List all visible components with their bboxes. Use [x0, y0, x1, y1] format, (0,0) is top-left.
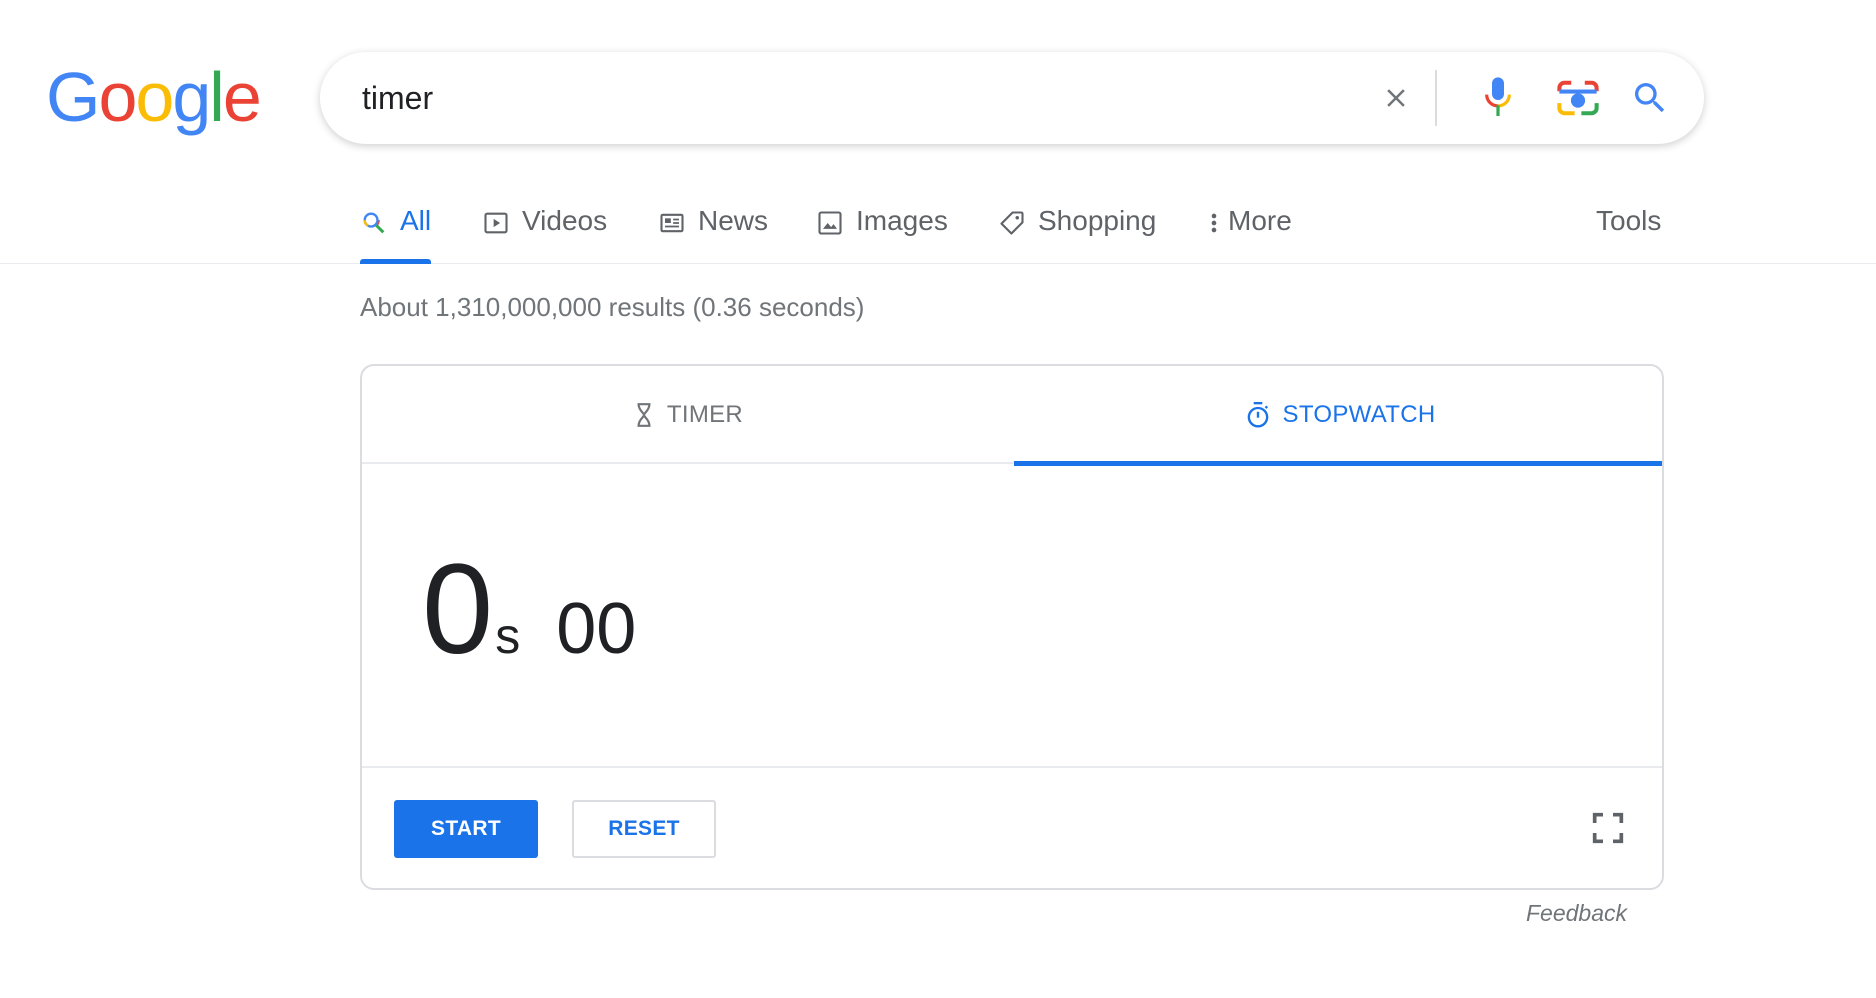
tab-shopping[interactable]: Shopping: [998, 190, 1156, 264]
tab-images[interactable]: Images: [816, 190, 948, 264]
logo-letter: G: [46, 58, 100, 136]
start-button[interactable]: START: [394, 800, 538, 858]
newspaper-icon: [658, 209, 686, 237]
more-vert-icon: [1206, 209, 1222, 237]
play-icon: [482, 209, 510, 237]
reset-button[interactable]: RESET: [572, 800, 716, 858]
tab-label: STOPWATCH: [1282, 401, 1436, 428]
tab-label: All: [400, 205, 432, 236]
logo-letter: g: [172, 58, 211, 136]
logo-letter: l: [209, 58, 225, 136]
search-icon: [360, 209, 388, 237]
widget-controls: START RESET: [362, 766, 1662, 888]
tab-news[interactable]: News: [658, 190, 768, 264]
camera-icon[interactable]: [1548, 52, 1608, 144]
tab-all[interactable]: All: [360, 190, 432, 264]
hundredths-value: 00: [556, 589, 637, 669]
logo-letter: o: [135, 58, 174, 136]
tab-label: Images: [856, 205, 948, 236]
widget-tabs: TIMER STOPWATCH: [362, 366, 1662, 466]
stopwatch-icon: [1245, 401, 1271, 429]
tab-label: More: [1228, 205, 1292, 236]
tab-more[interactable]: More: [1206, 190, 1292, 264]
search-input[interactable]: [362, 52, 1262, 144]
microphone-icon[interactable]: [1470, 52, 1526, 144]
results-count: About 1,310,000,000 results (0.36 second…: [360, 292, 865, 322]
logo-letter: o: [98, 58, 137, 136]
tab-label: TIMER: [666, 401, 744, 428]
search-tabs: All Videos News Images Shopping More Too…: [0, 190, 1876, 264]
hourglass-icon: [633, 402, 655, 428]
close-icon[interactable]: [1368, 52, 1424, 144]
tag-icon: [998, 209, 1026, 237]
search-bar: [320, 52, 1704, 144]
tab-videos[interactable]: Videos: [482, 190, 607, 264]
image-icon: [816, 209, 844, 237]
tab-label: Shopping: [1038, 205, 1157, 236]
tab-label: News: [698, 205, 769, 236]
tab-timer[interactable]: TIMER: [362, 366, 1014, 464]
logo-letter: e: [222, 58, 262, 136]
tab-stopwatch[interactable]: STOPWATCH: [1014, 366, 1662, 466]
google-logo[interactable]: Google: [46, 58, 262, 136]
tools-button[interactable]: Tools: [1596, 190, 1661, 264]
search-divider: [1435, 70, 1437, 126]
tab-label: Videos: [522, 205, 608, 236]
search-icon[interactable]: [1620, 52, 1680, 144]
seconds-value: 0: [422, 538, 494, 681]
fullscreen-icon[interactable]: [1588, 808, 1628, 848]
stopwatch-display: 0 s 00: [422, 546, 636, 676]
seconds-unit: s: [495, 608, 521, 664]
stopwatch-card: TIMER STOPWATCH 0 s 00 START RESET: [360, 364, 1664, 890]
feedback-link[interactable]: Feedback: [1526, 900, 1627, 927]
